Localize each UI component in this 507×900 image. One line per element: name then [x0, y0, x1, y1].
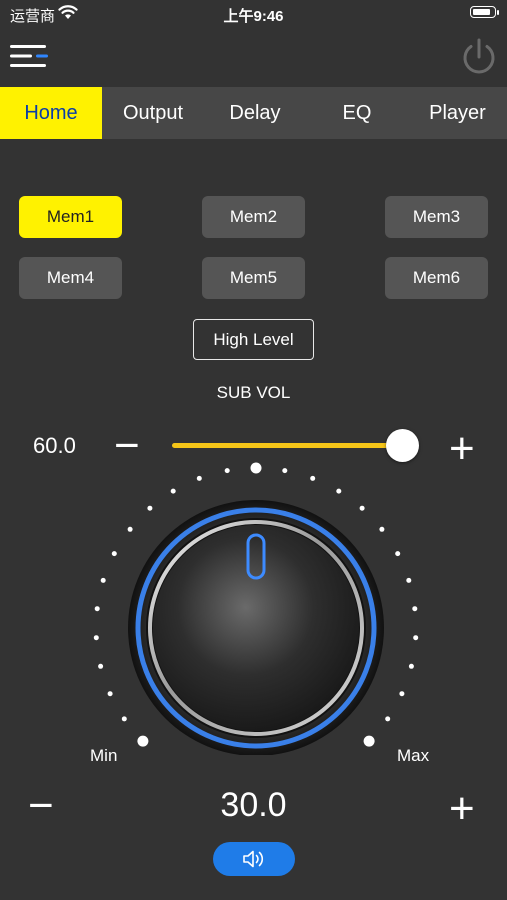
sub-vol-plus-button[interactable]: +: [449, 427, 475, 471]
scale-dot: [399, 691, 405, 697]
scale-dot: [121, 716, 127, 722]
tab-bar: Home Output Delay EQ Player: [0, 87, 507, 139]
volume-plus-button[interactable]: +: [449, 787, 475, 831]
max-label: Max: [397, 746, 430, 765]
scale-dot: [336, 488, 342, 494]
mem-label: Mem3: [412, 207, 461, 226]
scale-dot-major: [250, 462, 262, 474]
mem4-button[interactable]: Mem4: [19, 257, 122, 299]
menu-icon: [10, 45, 48, 67]
battery-icon: [470, 6, 499, 18]
mute-button[interactable]: [213, 842, 295, 876]
tab-home[interactable]: Home: [0, 87, 102, 139]
tab-output[interactable]: Output: [102, 87, 204, 139]
speaker-icon: [243, 850, 264, 868]
tab-label: Player: [429, 101, 486, 124]
tab-delay[interactable]: Delay: [204, 87, 306, 139]
volume-knob[interactable]: [83, 455, 423, 755]
scale-dot: [224, 468, 230, 474]
mem2-button[interactable]: Mem2: [202, 196, 305, 238]
scale-dot: [170, 488, 176, 494]
mem-label: Mem5: [229, 268, 278, 287]
scale-dot: [147, 505, 153, 511]
tab-eq[interactable]: EQ: [306, 87, 408, 139]
high-level-button[interactable]: High Level: [193, 319, 314, 360]
scale-dot-major: [363, 735, 375, 747]
mem5-button[interactable]: Mem5: [202, 257, 305, 299]
scale-dot: [413, 635, 419, 641]
scale-dot: [111, 551, 117, 557]
scale-dot: [408, 663, 414, 669]
mem-label: Mem6: [412, 268, 461, 287]
tab-label: EQ: [342, 101, 372, 124]
battery-level: [473, 9, 491, 15]
mem6-button[interactable]: Mem6: [385, 257, 488, 299]
sub-vol-slider-track[interactable]: [172, 443, 410, 448]
mem1-button[interactable]: Mem1: [19, 196, 122, 238]
mem-label: Mem2: [229, 207, 278, 226]
tab-label: Output: [122, 101, 184, 124]
scale-dot: [406, 577, 412, 583]
knob-face: [153, 525, 359, 731]
scale-dot: [385, 716, 391, 722]
scale-dot: [196, 475, 202, 481]
tab-label: Delay: [229, 101, 281, 124]
scale-dot: [359, 505, 365, 511]
scale-dot: [98, 663, 104, 669]
status-time: 上午9:46: [223, 8, 284, 25]
scale-dot: [310, 475, 316, 481]
scale-dot: [379, 526, 385, 532]
tab-player[interactable]: Player: [408, 87, 507, 139]
volume-value: 30.0: [220, 786, 287, 824]
scale-dot: [412, 606, 418, 612]
mem-label: Mem4: [46, 268, 95, 287]
scale-dot-major: [137, 735, 149, 747]
power-icon: [463, 38, 495, 74]
mem3-button[interactable]: Mem3: [385, 196, 488, 238]
scale-dot: [94, 606, 100, 612]
scale-dot: [100, 577, 106, 583]
sub-vol-value: 60.0: [33, 433, 76, 458]
scale-dot: [93, 635, 99, 641]
sub-vol-label: SUB VOL: [216, 383, 291, 402]
scale-dot: [107, 691, 113, 697]
menu-button[interactable]: [8, 40, 52, 72]
scale-dot: [282, 468, 288, 474]
scale-dot: [127, 526, 133, 532]
power-button[interactable]: [458, 36, 500, 78]
scale-dot: [395, 551, 401, 557]
min-label: Min: [90, 746, 118, 765]
mem-label: Mem1: [46, 207, 95, 226]
tab-label: Home: [24, 101, 78, 124]
